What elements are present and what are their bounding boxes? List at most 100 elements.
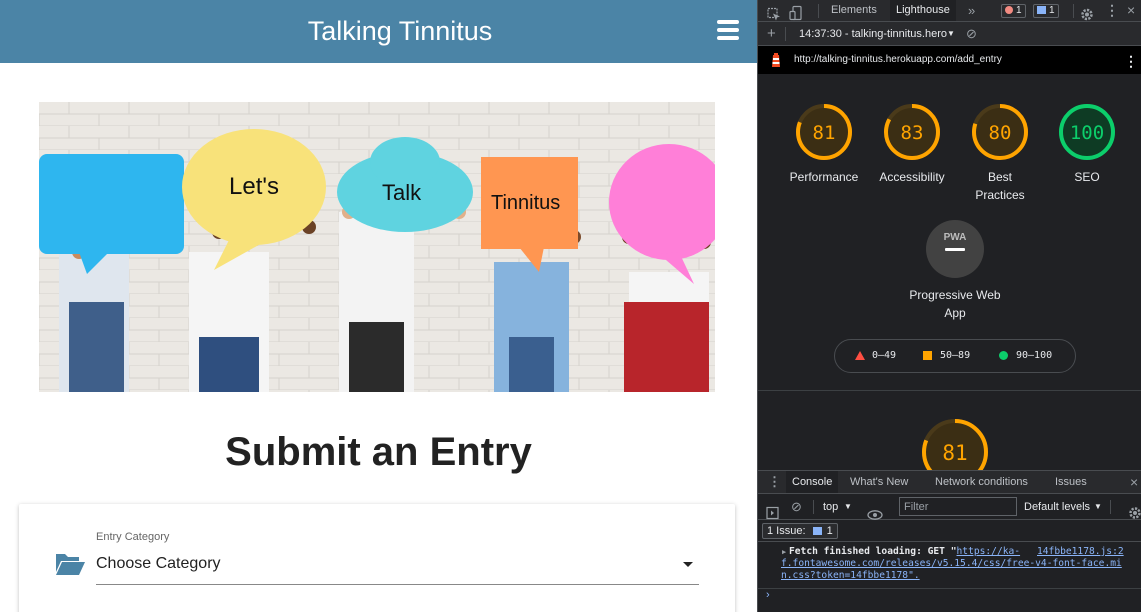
score-value: 81 xyxy=(813,122,836,144)
pwa-status-bar xyxy=(945,248,965,251)
square-icon xyxy=(923,350,932,360)
hero-illustration: Let's Talk Tinnitus xyxy=(39,102,715,392)
app-title[interactable]: Talking Tinnitus xyxy=(0,0,757,63)
lighthouse-url-bar: http://talking-tinnitus.herokuapp.com/ad… xyxy=(758,46,1141,74)
pwa-label: Progressive Web App xyxy=(909,288,1001,320)
score-value: 83 xyxy=(901,122,924,144)
score-gauge: 80 xyxy=(972,104,1028,160)
legend-pass: 90–100 xyxy=(999,340,1052,372)
messages-count: 1 xyxy=(1049,5,1055,16)
more-tabs-icon[interactable]: » xyxy=(968,0,975,21)
hamburger-icon[interactable] xyxy=(717,20,739,40)
score-gauge: 100 xyxy=(1059,104,1115,160)
add-report-icon[interactable]: + xyxy=(767,22,776,46)
pwa-badge-text: PWA xyxy=(943,232,967,243)
clear-all-icon[interactable]: ⊘ xyxy=(966,22,977,46)
hero-text-lets: Let's xyxy=(229,173,279,200)
devtools-panel: Elements Lighthouse » 1 1 ⋮ × + 14:37:30… xyxy=(757,0,1141,612)
console-toolbar: ⊘ top ▼ Default levels ▼ xyxy=(758,494,1141,520)
device-toolbar-icon[interactable] xyxy=(789,3,803,24)
app-header: Talking Tinnitus xyxy=(0,0,757,63)
chevron-down-icon[interactable]: ▼ xyxy=(947,22,955,46)
gauge-seo[interactable]: 100 SEO xyxy=(1042,103,1132,186)
toolbar-divider xyxy=(785,27,786,41)
log-levels-dropdown[interactable]: Default levels xyxy=(1024,494,1090,520)
console-message: ▶ Fetch finished loading: GET "https://k… xyxy=(758,543,1141,589)
category-select[interactable]: Choose Category xyxy=(96,555,221,573)
score-label: Accessibility xyxy=(879,170,945,184)
issues-count: 1 xyxy=(826,525,833,537)
close-drawer-icon[interactable]: × xyxy=(1130,471,1138,493)
score-label: Performance xyxy=(789,170,859,184)
legend-fail: 0–49 xyxy=(855,340,896,372)
score-value: 81 xyxy=(942,441,967,465)
legend-fail-label: 0–49 xyxy=(872,350,897,361)
log-url-continuation-text: f.fontawesome.com/releases/v5.15.4/css/f… xyxy=(781,558,1122,581)
score-legend: 0–49 50–89 90–100 xyxy=(834,339,1076,373)
tab-lighthouse[interactable]: Lighthouse xyxy=(890,0,956,21)
close-icon[interactable]: × xyxy=(1127,0,1135,21)
select-underline xyxy=(96,584,699,585)
drawer-tabbar: ⋮ Console What's New Network conditions … xyxy=(758,471,1141,494)
pwa-badge: PWA xyxy=(926,220,984,278)
messages-badge[interactable]: 1 xyxy=(1033,4,1059,18)
log-source-link[interactable]: 14fbbe1178.js:2 xyxy=(1037,546,1124,558)
legend-average-label: 50–89 xyxy=(940,350,971,361)
tab-issues[interactable]: Issues xyxy=(1055,471,1087,493)
devtools-tabbar: Elements Lighthouse » 1 1 ⋮ × xyxy=(758,0,1141,22)
gauge-performance[interactable]: 81 Performance xyxy=(779,103,869,186)
issues-bar: 1 Issue: 1 xyxy=(758,520,1141,542)
drawer-menu-icon[interactable]: ⋮ xyxy=(768,471,781,493)
message-icon xyxy=(812,527,822,535)
expand-arrow-icon[interactable]: ▶ xyxy=(782,546,786,558)
toolbar-divider xyxy=(813,500,814,514)
issues-button[interactable]: 1 Issue: 1 xyxy=(762,523,838,539)
lighthouse-report: 81 Performance 83 Accessibility 80 Best … xyxy=(758,74,1141,485)
gauge-accessibility[interactable]: 83 Accessibility xyxy=(867,103,957,186)
console-filter-input[interactable] xyxy=(899,497,1017,516)
errors-count: 1 xyxy=(1016,5,1022,16)
errors-badge[interactable]: 1 xyxy=(1001,4,1026,18)
tab-network-conditions[interactable]: Network conditions xyxy=(935,471,1028,493)
lighthouse-toolbar: + 14:37:30 - talking-tinnitus.hero ▼ ⊘ xyxy=(758,22,1141,46)
hero-image: Let's Talk Tinnitus xyxy=(39,102,715,392)
page-title: Submit an Entry xyxy=(225,430,532,474)
chevron-down-icon[interactable]: ▼ xyxy=(1094,494,1102,520)
more-options-icon[interactable]: ⋮ xyxy=(1105,0,1119,21)
app-viewport: Talking Tinnitus Let's Talk Tinnitus Sub… xyxy=(0,0,757,612)
tab-divider xyxy=(1073,4,1074,18)
console-drawer: ⋮ Console What's New Network conditions … xyxy=(758,470,1141,612)
score-gauge: 81 xyxy=(796,104,852,160)
score-value: 80 xyxy=(989,122,1012,144)
console-prompt[interactable]: › xyxy=(766,589,770,601)
issues-label: 1 Issue: xyxy=(767,525,806,537)
log-url-link[interactable]: https://ka- xyxy=(957,546,1021,557)
report-divider xyxy=(758,390,1141,391)
legend-pass-label: 90–100 xyxy=(1016,350,1053,361)
circle-icon xyxy=(999,350,1008,360)
score-value: 100 xyxy=(1070,122,1104,144)
hero-text-talk: Talk xyxy=(382,180,422,205)
context-selector[interactable]: top xyxy=(823,494,838,520)
entry-form-card: Entry Category Choose Category xyxy=(19,504,735,612)
legend-average: 50–89 xyxy=(923,340,970,372)
tab-divider xyxy=(818,4,819,18)
tab-console[interactable]: Console xyxy=(786,471,839,493)
log-url-continuation[interactable]: f.fontawesome.com/releases/v5.15.4/css/f… xyxy=(781,558,1135,582)
tab-whats-new[interactable]: What's New xyxy=(850,471,908,493)
triangle-icon xyxy=(855,350,865,360)
gauge-best-practices[interactable]: 80 Best Practices xyxy=(955,103,1045,204)
tab-elements[interactable]: Elements xyxy=(831,0,877,21)
audited-url[interactable]: http://talking-tinnitus.herokuapp.com/ad… xyxy=(794,46,1002,74)
hero-text-tinnitus: Tinnitus xyxy=(491,192,560,214)
report-menu-icon[interactable]: ⋮ xyxy=(1124,53,1138,70)
report-selector[interactable]: 14:37:30 - talking-tinnitus.hero xyxy=(799,22,947,46)
category-label: Entry Category xyxy=(96,531,170,543)
gauge-pwa[interactable]: PWA Progressive Web App xyxy=(900,220,1010,322)
chevron-down-icon[interactable] xyxy=(683,562,693,567)
lighthouse-logo-icon xyxy=(772,53,780,67)
message-icon xyxy=(1037,6,1046,14)
chevron-down-icon[interactable]: ▼ xyxy=(844,494,852,520)
clear-console-icon[interactable]: ⊘ xyxy=(791,494,802,520)
folder-open-icon xyxy=(56,554,85,575)
